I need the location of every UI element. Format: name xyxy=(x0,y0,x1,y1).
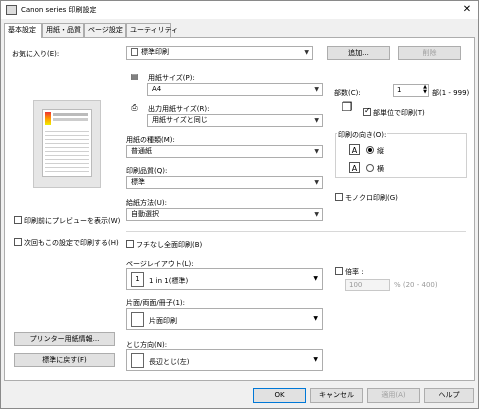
copies-input[interactable]: 1 ▲ ▼ xyxy=(393,84,429,97)
landscape-radio[interactable] xyxy=(366,164,374,172)
duplex-select[interactable]: 片面印刷 ▼ xyxy=(126,308,323,330)
restore-defaults-button[interactable]: 標準に戻す(F) xyxy=(14,353,115,367)
tab-page-setup[interactable]: ページ設定 xyxy=(84,23,126,37)
document-icon xyxy=(131,48,138,56)
borderless-label: フチなし全面印刷(B) xyxy=(136,241,203,249)
portrait-radio[interactable] xyxy=(366,146,374,154)
ok-button[interactable]: OK xyxy=(253,388,306,403)
duplex-value: 片面印刷 xyxy=(149,317,177,325)
chevron-down-icon: ▼ xyxy=(313,315,318,322)
output-paper-value: 用紙サイズと同じ xyxy=(152,116,208,124)
long-edge-binding-icon xyxy=(131,353,144,368)
duplex-label: 片面/両面/冊子(1): xyxy=(126,299,185,307)
delete-favorite-button[interactable]: 削除 xyxy=(398,46,461,60)
paper-size-select[interactable]: A4 ▼ xyxy=(147,83,323,96)
chevron-down-icon: ▼ xyxy=(314,179,319,186)
scale-value: 100 xyxy=(349,281,363,289)
add-favorite-button[interactable]: 追加... xyxy=(327,46,390,60)
print-preview xyxy=(33,100,101,188)
preview-page xyxy=(42,109,92,177)
preview-color-bar xyxy=(45,112,51,125)
paper-size-icon: ▤ xyxy=(130,72,139,81)
remember-settings-checkbox[interactable] xyxy=(14,238,22,246)
window-title: Canon series 印刷設定 xyxy=(21,6,97,14)
help-button[interactable]: ヘルプ xyxy=(424,388,474,403)
chevron-down-icon: ▼ xyxy=(313,356,318,363)
binding-select[interactable]: 長辺とじ(左) ▼ xyxy=(126,349,323,371)
preview-before-print-label: 印刷前にプレビューを表示(W) xyxy=(24,217,121,225)
favorites-select[interactable]: 標準印刷 ▼ xyxy=(126,46,313,60)
tab-paper-quality[interactable]: 用紙・品質 xyxy=(42,23,84,37)
title-bar: Canon series 印刷設定 ✕ xyxy=(1,1,478,19)
remember-settings-label: 次回もこの設定で印刷する(H) xyxy=(24,239,119,247)
orientation-label: 印刷の向き(O): xyxy=(337,130,388,140)
borderless-checkbox[interactable] xyxy=(126,240,134,248)
chevron-down-icon: ▼ xyxy=(313,275,318,282)
print-quality-value: 標準 xyxy=(131,178,145,186)
copies-value: 1 xyxy=(397,86,402,94)
scale-range: % (20 - 400) xyxy=(394,281,438,289)
divider xyxy=(126,231,466,232)
output-paper-label: 出力用紙サイズ(R): xyxy=(148,105,210,113)
collate-icon: ❐ xyxy=(341,100,353,114)
close-icon[interactable]: ✕ xyxy=(459,3,475,17)
page-layout-icon: 1 xyxy=(131,272,144,287)
output-paper-select[interactable]: 用紙サイズと同じ ▼ xyxy=(147,114,323,127)
landscape-icon: A xyxy=(349,162,360,173)
chevron-down-icon: ▼ xyxy=(314,211,319,218)
print-quality-label: 印刷品質(Q): xyxy=(126,167,168,175)
monochrome-label: モノクロ印刷(G) xyxy=(345,194,398,202)
collate-checkbox[interactable] xyxy=(363,106,371,116)
scale-input[interactable]: 100 xyxy=(345,279,390,291)
chevron-down-icon: ▼ xyxy=(314,117,319,124)
preview-line xyxy=(53,113,88,116)
chevron-down-icon: ▼ xyxy=(304,49,309,56)
page-layout-value: 1 in 1(標準) xyxy=(149,277,189,285)
print-quality-select[interactable]: 標準 ▼ xyxy=(126,176,323,189)
chevron-down-icon: ▼ xyxy=(314,148,319,155)
media-type-value: 普通紙 xyxy=(131,147,152,155)
paper-source-select[interactable]: 自動選択 ▼ xyxy=(126,208,323,221)
paper-source-label: 給紙方法(U): xyxy=(126,199,167,207)
printer-paper-info-button[interactable]: プリンター用紙情報... xyxy=(14,332,115,346)
print-settings-window: Canon series 印刷設定 ✕ 基本設定 用紙・品質 ページ設定 ユーテ… xyxy=(0,0,479,409)
monochrome-checkbox[interactable] xyxy=(335,193,343,201)
favorites-label: お気に入り(E): xyxy=(12,50,60,58)
media-type-label: 用紙の種類(M): xyxy=(126,136,175,144)
preview-before-print-checkbox[interactable] xyxy=(14,216,22,224)
portrait-icon: A xyxy=(349,144,360,155)
scale-label: 倍率 : xyxy=(345,268,364,276)
spinner-icon[interactable]: ▲ ▼ xyxy=(423,85,427,95)
paper-size-value: A4 xyxy=(152,85,162,93)
chevron-down-icon: ▼ xyxy=(314,86,319,93)
page-layout-select[interactable]: 1 1 in 1(標準) ▼ xyxy=(126,268,323,290)
favorites-value: 標準印刷 xyxy=(141,48,169,56)
tab-basic[interactable]: 基本設定 xyxy=(4,23,42,38)
copies-range: 部(1 - 999) xyxy=(432,89,470,97)
paper-size-label: 用紙サイズ(P): xyxy=(148,74,195,82)
binding-value: 長辺とじ(左) xyxy=(149,358,190,366)
paper-source-value: 自動選択 xyxy=(131,210,159,218)
single-sided-icon xyxy=(131,312,144,327)
apply-button[interactable]: 適用(A) xyxy=(367,388,420,403)
basic-settings-panel: お気に入り(E): 標準印刷 ▼ 追加... 削除 印刷前にプレビューを表示(W… xyxy=(4,37,475,381)
preview-text-block xyxy=(45,128,89,172)
scale-checkbox[interactable] xyxy=(335,267,343,275)
printer-icon xyxy=(6,5,17,15)
collate-label: 部単位で印刷(T) xyxy=(373,109,425,117)
copies-label: 部数(C): xyxy=(334,89,361,97)
portrait-label: 縦 xyxy=(377,147,384,155)
cancel-button[interactable]: キャンセル xyxy=(310,388,363,403)
preview-line xyxy=(53,118,88,121)
tab-utility[interactable]: ユーティリティ xyxy=(126,23,178,37)
landscape-label: 横 xyxy=(377,165,384,173)
output-paper-icon: ⎙ xyxy=(131,103,138,112)
media-type-select[interactable]: 普通紙 ▼ xyxy=(126,145,323,158)
